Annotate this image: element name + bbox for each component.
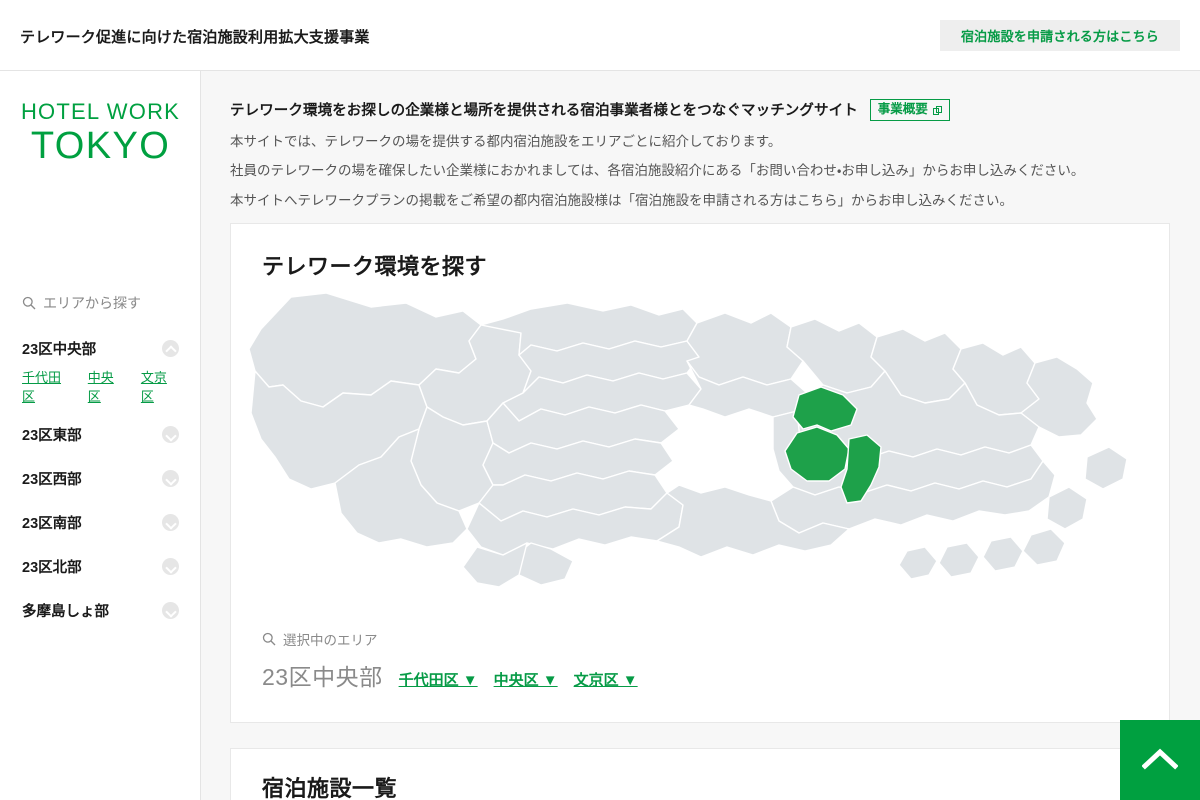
search-card-title: テレワーク環境を探す xyxy=(262,254,488,279)
selected-ward-bunkyo[interactable]: 文京区 ▼ xyxy=(574,669,638,690)
logo-line-tokyo: TOKYO xyxy=(30,125,171,167)
chevron-up-icon xyxy=(1142,748,1178,770)
scroll-to-top-button[interactable] xyxy=(1120,720,1200,800)
area-header[interactable]: 多摩島しょ部 xyxy=(22,598,179,622)
map-region-itabashi xyxy=(786,318,886,394)
sidebar-item-23ku-seibu[interactable]: 23区西部 xyxy=(0,466,201,490)
area-header[interactable]: 23区北部 xyxy=(22,554,179,578)
logo-line-hotel-work: HOTEL WORK xyxy=(20,99,181,124)
map-region-port-island-a xyxy=(1022,528,1066,566)
project-outline-label: 事業概要 xyxy=(877,102,928,116)
apply-accommodation-button[interactable]: 宿泊施設を申請される方はこちら xyxy=(940,20,1180,51)
main-content: テレワーク環境をお探しの企業様と場所を提供される宿泊事業者様とをつなぐマッチング… xyxy=(201,71,1200,800)
map-region-edogawa-south xyxy=(1084,446,1128,490)
search-by-area-label: エリアから探す xyxy=(22,293,141,313)
intro-line: 社員のテレワークの場を確保したい企業様におかれましては、各宿泊施設紹介にある「お… xyxy=(230,163,1085,178)
chevron-down-icon[interactable] xyxy=(162,469,179,487)
selected-area-block: 選択中のエリア 23区中央部 千代田区 ▼ 中央区 ▼ 文京区 ▼ xyxy=(231,629,1169,722)
area-navigation-list: 23区中央部 千代田区 中央区 文京区 23区東部 23区西部 23区南部 23… xyxy=(0,336,201,622)
intro-section: テレワーク環境をお探しの企業様と場所を提供される宿泊事業者様とをつなぐマッチング… xyxy=(201,71,1200,207)
area-label: 23区西部 xyxy=(22,471,82,488)
ward-link-bunkyo[interactable]: 文京区 xyxy=(141,367,179,405)
map-region-port-island-b xyxy=(982,536,1024,572)
sidebar-item-23ku-nanbu[interactable]: 23区南部 xyxy=(0,510,201,534)
selected-area-row: 23区中央部 千代田区 ▼ 中央区 ▼ 文京区 ▼ xyxy=(262,658,1169,692)
chevron-down-icon[interactable] xyxy=(162,513,179,531)
sidebar-item-23ku-chuobu[interactable]: 23区中央部 千代田区 中央区 文京区 xyxy=(0,336,201,405)
chevron-down-icon[interactable] xyxy=(162,425,179,443)
selected-area-label-text: 選択中のエリア xyxy=(283,633,378,648)
search-by-area-text: エリアから探す xyxy=(43,295,141,311)
ward-link-group: 千代田区 中央区 文京区 xyxy=(22,367,179,405)
search-icon xyxy=(22,296,36,310)
sidebar-item-23ku-hokubu[interactable]: 23区北部 xyxy=(0,554,201,578)
selected-area-label: 選択中のエリア xyxy=(262,629,1169,649)
area-label: 23区東部 xyxy=(22,427,82,444)
map-region-nishitokyo xyxy=(686,312,804,386)
selected-area-name: 23区中央部 xyxy=(262,664,383,690)
intro-paragraphs: 本サイトでは、テレワークの場を提供する都内宿泊施設をエリアごとに紹介しております… xyxy=(230,133,1170,208)
map-region-port-island-c xyxy=(938,542,980,578)
selected-ward-chiyoda[interactable]: 千代田区 ▼ xyxy=(399,669,478,690)
sidebar-item-23ku-tobu[interactable]: 23区東部 xyxy=(0,422,201,446)
map-region-port-island-d xyxy=(898,546,938,580)
ward-link-chuo[interactable]: 中央区 xyxy=(88,367,126,405)
tagline-row: テレワーク環境をお探しの企業様と場所を提供される宿泊事業者様とをつなぐマッチング… xyxy=(230,99,1170,121)
search-telework-card: テレワーク環境を探す 選択中のエリア 23区中央部 千代田区 ▼ 中央区 ▼ 文… xyxy=(230,223,1170,723)
site-tagline: テレワーク環境をお探しの企業様と場所を提供される宿泊事業者様とをつなぐマッチング… xyxy=(230,103,858,120)
selected-ward-chuo[interactable]: 中央区 ▼ xyxy=(494,669,558,690)
area-header[interactable]: 23区西部 xyxy=(22,466,179,490)
search-icon xyxy=(262,632,276,646)
chevron-up-icon[interactable] xyxy=(162,339,179,357)
sidebar: HOTEL WORK TOKYO エリアから探す 23区中央部 千代田区 中央区… xyxy=(0,71,201,800)
accommodation-list-title: 宿泊施設一覧 xyxy=(262,776,398,800)
area-header[interactable]: 23区東部 xyxy=(22,422,179,446)
tokyo-prefecture-map[interactable] xyxy=(231,289,1171,629)
area-label: 23区北部 xyxy=(22,559,82,576)
site-logo[interactable]: HOTEL WORK TOKYO xyxy=(0,99,201,167)
tokyo-map-container[interactable] xyxy=(231,289,1169,629)
external-link-icon xyxy=(932,105,942,115)
sidebar-item-tama-tosho[interactable]: 多摩島しょ部 xyxy=(0,598,201,622)
intro-line: 本サイトでは、テレワークの場を提供する都内宿泊施設をエリアごとに紹介しております… xyxy=(230,133,782,149)
chevron-down-icon[interactable] xyxy=(162,601,179,619)
accommodation-list-card: 宿泊施設一覧 xyxy=(230,748,1170,800)
project-outline-button[interactable]: 事業概要 xyxy=(869,99,950,121)
area-label: 23区中央部 xyxy=(22,341,97,358)
ward-link-chiyoda[interactable]: 千代田区 xyxy=(22,367,73,405)
area-header[interactable]: 23区中央部 xyxy=(22,336,179,360)
intro-line: 本サイトへテレワークプランの掲載をご希望の都内宿泊施設様は「宿泊施設を申請される… xyxy=(230,192,1013,208)
chevron-down-icon[interactable] xyxy=(162,557,179,575)
map-region-odaiba xyxy=(1046,486,1088,530)
area-header[interactable]: 23区南部 xyxy=(22,510,179,534)
area-label: 多摩島しょ部 xyxy=(22,603,109,620)
area-label: 23区南部 xyxy=(22,515,82,532)
page-title: テレワーク促進に向けた宿泊施設利用拡大支援事業 xyxy=(20,29,370,46)
top-header-bar: テレワーク促進に向けた宿泊施設利用拡大支援事業 宿泊施設を申請される方はこちら xyxy=(0,0,1200,71)
